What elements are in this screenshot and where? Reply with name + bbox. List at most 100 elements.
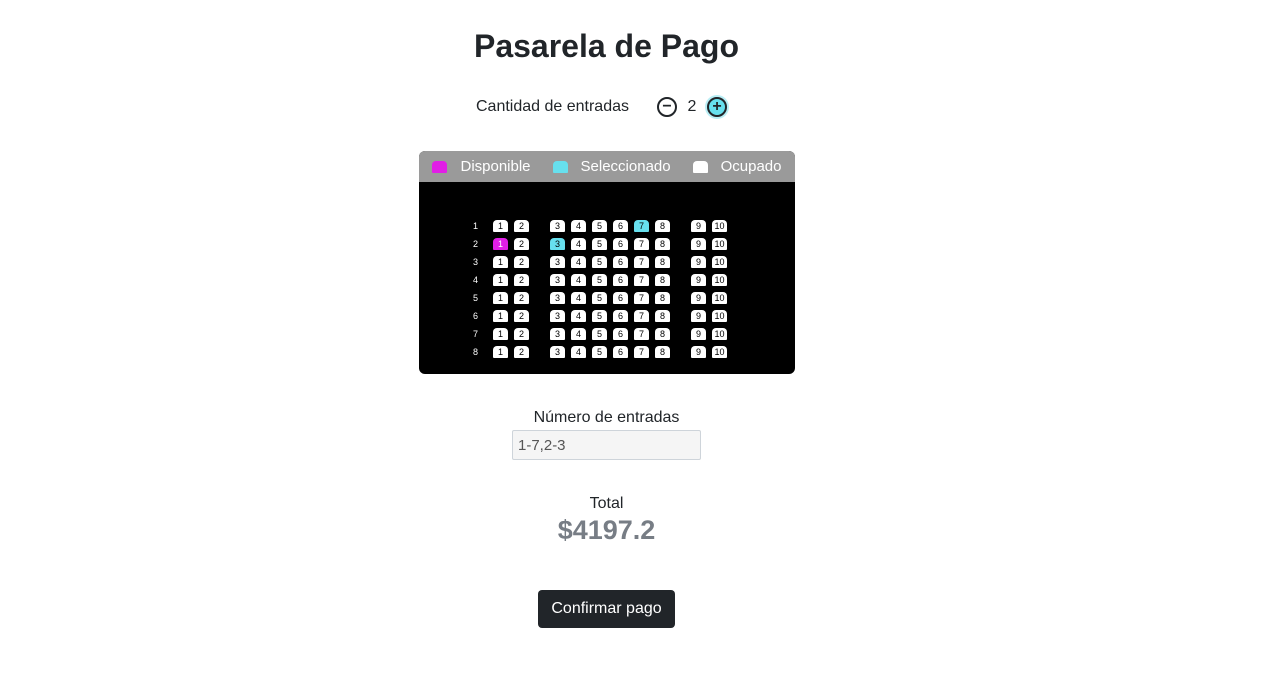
seat-row: 6 1 2 3 4 5 6 7 8 9 10: [471, 307, 733, 325]
seat[interactable]: 3: [550, 256, 565, 268]
row-number: 7: [473, 329, 479, 339]
seat[interactable]: 4: [571, 310, 586, 322]
seat[interactable]: 5: [592, 238, 607, 250]
seat-row: 1 1 2 3 4 5 6 7 8 9 10: [471, 217, 733, 235]
seat[interactable]: 7: [634, 328, 649, 340]
plus-circle-icon[interactable]: +: [707, 97, 727, 117]
seat[interactable]: 9: [691, 274, 706, 286]
seat[interactable]: 1: [493, 346, 508, 358]
seat[interactable]: 2: [514, 346, 529, 358]
seat[interactable]: 10: [712, 292, 727, 304]
seat[interactable]: 2: [514, 292, 529, 304]
seat[interactable]: 3: [550, 220, 565, 232]
seat[interactable]: 6: [613, 292, 628, 304]
seat[interactable]: 10: [712, 328, 727, 340]
seat[interactable]: 5: [592, 256, 607, 268]
seat[interactable]: 4: [571, 220, 586, 232]
seat[interactable]: 9: [691, 256, 706, 268]
seat[interactable]: 9: [691, 346, 706, 358]
seat[interactable]: 5: [592, 310, 607, 322]
seat[interactable]: 1: [493, 310, 508, 322]
seat[interactable]: 4: [571, 292, 586, 304]
seat[interactable]: 3: [550, 346, 565, 358]
seat[interactable]: 10: [712, 220, 727, 232]
seat[interactable]: 9: [691, 328, 706, 340]
row-number: 3: [473, 257, 479, 267]
legend-available: Disponible: [432, 158, 531, 175]
seat[interactable]: 3: [550, 328, 565, 340]
seat[interactable]: 2: [514, 274, 529, 286]
seat[interactable]: 5: [592, 292, 607, 304]
seat[interactable]: 2: [514, 238, 529, 250]
seat[interactable]: 7: [634, 310, 649, 322]
seat[interactable]: 6: [613, 238, 628, 250]
seat-selected-icon: [552, 160, 568, 173]
seat[interactable]: 1: [493, 274, 508, 286]
seat[interactable]: 10: [712, 238, 727, 250]
row-number: 4: [473, 275, 479, 285]
seat[interactable]: 7: [634, 274, 649, 286]
seat[interactable]: 8: [655, 292, 670, 304]
entries-field[interactable]: [512, 430, 701, 460]
seat[interactable]: 6: [613, 328, 628, 340]
seat[interactable]: 5: [592, 328, 607, 340]
seat[interactable]: 1: [493, 328, 508, 340]
seat-legend: Disponible Seleccionado Ocupado: [419, 151, 795, 182]
entries-label: Número de entradas: [533, 409, 680, 426]
seat[interactable]: 2: [514, 256, 529, 268]
confirm-payment-button[interactable]: Confirmar pago: [538, 590, 675, 628]
seat[interactable]: 6: [613, 310, 628, 322]
seat[interactable]: 7: [634, 292, 649, 304]
seat-grid: 1 1 2 3 4 5 6 7 8 9 10 2 1 2 3 4 5 6 7 8 9 10 3 1 2 3 4 5 6 7 8 9 10 4 1 2 3…: [471, 217, 733, 361]
seat[interactable]: 3: [550, 310, 565, 322]
seat[interactable]: 1: [493, 220, 508, 232]
seat[interactable]: 5: [592, 274, 607, 286]
seat[interactable]: 2: [514, 310, 529, 322]
row-number: 6: [473, 311, 479, 321]
seat[interactable]: 1: [493, 292, 508, 304]
seat[interactable]: 5: [592, 220, 607, 232]
seat[interactable]: 6: [613, 274, 628, 286]
seat[interactable]: 2: [514, 328, 529, 340]
seat[interactable]: 8: [655, 220, 670, 232]
seat-available-icon: [432, 160, 448, 173]
seat-row: 2 1 2 3 4 5 6 7 8 9 10: [471, 235, 733, 253]
seat[interactable]: 8: [655, 238, 670, 250]
seat[interactable]: 7: [634, 346, 649, 358]
seat[interactable]: 4: [571, 238, 586, 250]
seat[interactable]: 4: [571, 346, 586, 358]
seat[interactable]: 5: [592, 346, 607, 358]
seat[interactable]: 7: [634, 220, 649, 232]
seat[interactable]: 9: [691, 220, 706, 232]
seat[interactable]: 10: [712, 274, 727, 286]
seat-map: Disponible Seleccionado Ocupado 11234567…: [419, 151, 795, 374]
seat-occupied-icon: [692, 160, 708, 173]
seat[interactable]: 4: [571, 274, 586, 286]
seat[interactable]: 8: [655, 328, 670, 340]
seat[interactable]: 8: [655, 274, 670, 286]
seat[interactable]: 6: [613, 220, 628, 232]
seat[interactable]: 8: [655, 310, 670, 322]
seat[interactable]: 3: [550, 274, 565, 286]
seat[interactable]: 2: [514, 220, 529, 232]
seat[interactable]: 7: [634, 256, 649, 268]
seat[interactable]: 9: [691, 310, 706, 322]
seat[interactable]: 4: [571, 256, 586, 268]
seat[interactable]: 3: [550, 292, 565, 304]
seat[interactable]: 9: [691, 238, 706, 250]
seat[interactable]: 6: [613, 346, 628, 358]
minus-circle-icon[interactable]: −: [657, 97, 677, 117]
seat[interactable]: 10: [712, 310, 727, 322]
seat[interactable]: 10: [712, 256, 727, 268]
seat[interactable]: 10: [712, 346, 727, 358]
seat[interactable]: 6: [613, 256, 628, 268]
seat[interactable]: 8: [655, 256, 670, 268]
seat[interactable]: 1: [493, 256, 508, 268]
seat[interactable]: 1: [493, 238, 508, 250]
seat[interactable]: 3: [550, 238, 565, 250]
seat-row: 5 1 2 3 4 5 6 7 8 9 10: [471, 289, 733, 307]
seat[interactable]: 7: [634, 238, 649, 250]
seat[interactable]: 9: [691, 292, 706, 304]
seat[interactable]: 8: [655, 346, 670, 358]
seat[interactable]: 4: [571, 328, 586, 340]
